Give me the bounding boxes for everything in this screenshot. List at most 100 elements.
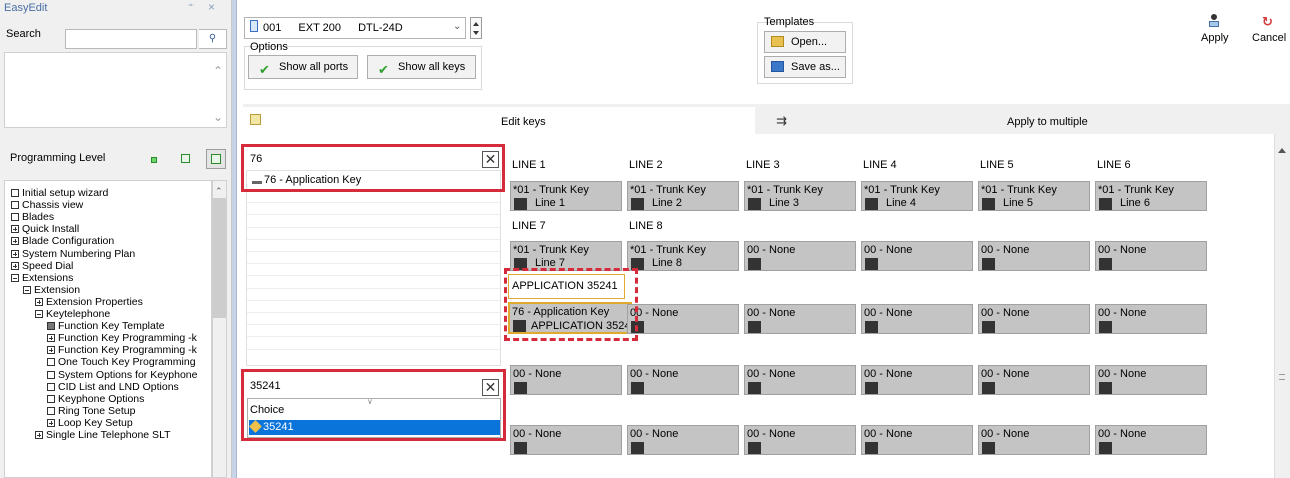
pane-splitter[interactable] — [232, 0, 237, 478]
tree-node-icon[interactable] — [47, 382, 55, 391]
expand-icon[interactable] — [11, 225, 19, 234]
tree-item[interactable]: CID List and LND Options — [47, 381, 179, 393]
cancel-icon[interactable]: ↻ — [1262, 14, 1273, 30]
function-key[interactable]: 00 - None — [861, 365, 973, 395]
show-all-ports-toggle[interactable]: ✔ Show all ports — [248, 55, 358, 79]
scroll-up-arrow-icon[interactable] — [1278, 148, 1286, 153]
chevron-down-icon[interactable]: ⌄ — [213, 110, 223, 124]
collapse-icon[interactable] — [11, 273, 19, 282]
show-all-keys-toggle[interactable]: ✔ Show all keys — [367, 55, 476, 79]
function-key[interactable]: 00 - None — [861, 241, 973, 271]
tree-item[interactable]: Keytelephone — [35, 308, 110, 320]
function-key[interactable]: *01 - Trunk Key Line 1 — [510, 181, 622, 211]
extension-spinner[interactable] — [470, 17, 482, 39]
function-key[interactable]: 00 - None — [510, 425, 622, 455]
tree-node-icon[interactable] — [47, 358, 55, 367]
level-advanced-icon[interactable] — [206, 149, 226, 169]
function-key[interactable]: 00 - None — [744, 425, 856, 455]
tree-item[interactable]: Blades — [11, 211, 54, 223]
function-key[interactable]: *01 - Trunk Key Line 7 — [510, 241, 622, 271]
tree-item[interactable]: One Touch Key Programming — [47, 356, 196, 368]
tree-item[interactable]: System Options for Keyphone — [47, 369, 198, 381]
tab-edit-keys-label[interactable]: Edit keys — [501, 116, 546, 128]
grid-scrollbar[interactable] — [1274, 134, 1290, 478]
function-key[interactable]: 00 - None — [978, 365, 1090, 395]
collapse-icon[interactable] — [35, 310, 43, 318]
expand-icon[interactable] — [11, 261, 19, 270]
tree-item[interactable]: Extensions — [11, 272, 73, 284]
tree-item[interactable]: Loop Key Setup — [47, 417, 133, 429]
tree-item[interactable]: System Numbering Plan — [11, 248, 135, 260]
tree-item[interactable]: Chassis view — [11, 199, 83, 211]
close-icon[interactable]: × — [208, 0, 215, 14]
extension-select[interactable]: 001 EXT 200 DTL-24D — [244, 17, 466, 39]
level-intermediate-icon[interactable] — [181, 154, 190, 163]
function-key[interactable]: 00 - None — [861, 425, 973, 455]
tree-item[interactable]: Function Key Programming -k — [47, 332, 197, 344]
chevron-down-icon[interactable]: ⌄ — [453, 21, 461, 32]
key-type-label: 00 - None — [747, 244, 796, 256]
function-key[interactable]: 00 - None — [744, 365, 856, 395]
chevron-up-icon[interactable]: ⌃ — [213, 64, 223, 78]
function-key[interactable]: *01 - Trunk Key Line 6 — [1095, 181, 1207, 211]
search-input[interactable] — [65, 29, 197, 49]
open-template-button[interactable]: Open... — [764, 31, 846, 53]
level-basic-icon[interactable] — [151, 157, 157, 163]
tab-apply-to-multiple[interactable]: Apply to multiple — [1007, 116, 1088, 128]
function-key[interactable]: *01 - Trunk Key Line 4 — [861, 181, 973, 211]
function-key[interactable]: 00 - None — [1095, 241, 1207, 271]
tree-item[interactable]: Extension Properties — [35, 296, 143, 308]
function-key[interactable]: 00 - None — [627, 365, 739, 395]
function-key[interactable]: 00 - None — [861, 304, 973, 334]
tree-item[interactable]: Ring Tone Setup — [47, 405, 135, 417]
apply-icon[interactable] — [1209, 14, 1219, 28]
scroll-up-arrow-icon[interactable]: ⌃ — [215, 186, 223, 197]
collapse-icon[interactable] — [23, 285, 31, 294]
function-key[interactable]: *01 - Trunk Key Line 8 — [627, 241, 739, 271]
expand-icon[interactable] — [47, 346, 55, 355]
function-key[interactable]: 00 - None — [627, 304, 739, 334]
tree-item[interactable]: Quick Install — [11, 223, 79, 235]
search-icon[interactable]: ⚲ — [199, 29, 227, 49]
function-key[interactable]: *01 - Trunk Key Line 3 — [744, 181, 856, 211]
tree-node-icon[interactable] — [47, 322, 55, 331]
cancel-button[interactable]: Cancel — [1252, 32, 1286, 44]
function-key[interactable]: 00 - None — [627, 425, 739, 455]
tree-item[interactable]: Function Key Programming -k — [47, 344, 197, 356]
expand-icon[interactable] — [11, 249, 19, 258]
expand-icon[interactable] — [47, 334, 55, 343]
function-key[interactable]: 00 - None — [978, 425, 1090, 455]
tree-node-icon[interactable] — [47, 370, 55, 379]
apply-button[interactable]: Apply — [1201, 32, 1229, 44]
save-template-button[interactable]: Save as... — [764, 56, 846, 78]
expand-icon[interactable] — [47, 418, 55, 427]
function-key[interactable]: 00 - None — [744, 304, 856, 334]
function-key[interactable]: 00 - None — [978, 241, 1090, 271]
expand-icon[interactable] — [35, 297, 43, 306]
tree-item[interactable]: Keyphone Options — [47, 393, 144, 405]
tree-item[interactable]: Speed Dial — [11, 260, 73, 272]
scroll-grip-icon[interactable] — [1279, 374, 1285, 380]
tree-item[interactable]: Initial setup wizard — [11, 187, 108, 199]
function-key[interactable]: 00 - None — [978, 304, 1090, 334]
function-key[interactable]: 00 - None — [744, 241, 856, 271]
expand-icon[interactable] — [35, 431, 43, 439]
function-key[interactable]: 00 - None — [1095, 365, 1207, 395]
tree-node-icon[interactable] — [47, 406, 55, 415]
expand-icon[interactable] — [11, 237, 19, 246]
function-key[interactable]: 00 - None — [1095, 304, 1207, 334]
tree-node-icon[interactable] — [47, 394, 55, 403]
tree-item[interactable]: Extension — [23, 284, 80, 296]
function-key[interactable]: *01 - Trunk Key Line 5 — [978, 181, 1090, 211]
function-key[interactable]: 00 - None — [510, 365, 622, 395]
tree-node-icon[interactable] — [11, 201, 19, 210]
tree-item[interactable]: Single Line Telephone SLT — [35, 429, 171, 441]
function-key[interactable]: *01 - Trunk Key Line 2 — [627, 181, 739, 211]
tree-node-icon[interactable] — [11, 189, 19, 197]
tab-edit-keys[interactable] — [243, 107, 755, 134]
tree-scrollbar-thumb[interactable] — [213, 198, 226, 318]
function-key[interactable]: 00 - None — [1095, 425, 1207, 455]
tree-node-icon[interactable] — [11, 213, 19, 222]
tree-item[interactable]: Function Key Template — [47, 320, 165, 332]
tree-item[interactable]: Blade Configuration — [11, 235, 114, 247]
